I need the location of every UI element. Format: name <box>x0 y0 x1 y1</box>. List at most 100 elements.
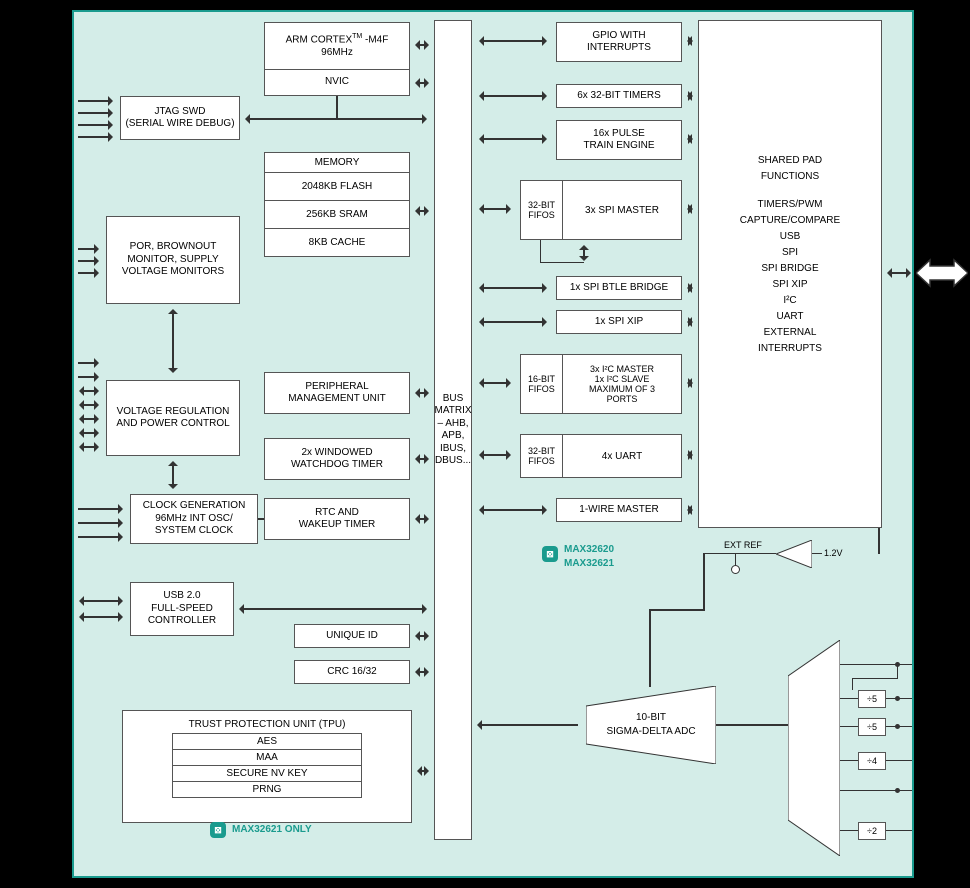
clock-gen-block: CLOCK GENERATION 96MHz INT OSC/ SYSTEM C… <box>130 494 258 544</box>
io-arrow-icon <box>916 252 968 294</box>
spi-master-combo: 32-BIT FIFOS 3x SPI MASTER <box>520 180 682 240</box>
wire <box>704 553 776 554</box>
spi-master-block: 3x SPI MASTER <box>562 180 682 240</box>
ext-arrow <box>78 376 98 378</box>
shared-item-4: SPI <box>711 245 869 261</box>
wire <box>840 760 858 761</box>
nvic-block: NVIC <box>264 70 410 96</box>
ext-arrow <box>80 418 98 420</box>
shared-item-0: TIMERS/PWM <box>711 197 869 213</box>
ext-arrow <box>80 600 122 602</box>
nvic-bus-arrow <box>416 82 428 84</box>
vref-label: 1.2V <box>824 548 843 558</box>
adc-text-2: SIGMA-DELTA ADC <box>606 726 695 737</box>
tpu-block: TRUST PROTECTION UNIT (TPU) AES MAA SECU… <box>122 710 412 823</box>
bus-arrow <box>480 95 546 97</box>
ext-arrow <box>80 432 98 434</box>
periph-arrow <box>688 208 692 210</box>
product-label-1: MAX32620 <box>564 544 614 555</box>
rtc-bus-arrow <box>416 518 428 520</box>
periph-arrow <box>688 95 692 97</box>
tpu-maa: MAA <box>172 749 362 766</box>
mon-vreg-arrow <box>172 310 174 372</box>
cpu-name: ARM CORTEX <box>286 34 353 45</box>
mem-bus-arrow <box>416 210 428 212</box>
wire <box>336 96 338 118</box>
vreg-clk-arrow <box>172 462 174 488</box>
adc-text-1: 10-BIT <box>636 712 666 723</box>
wire-node <box>895 696 900 701</box>
tpu-prng: PRNG <box>172 781 362 798</box>
wire <box>812 553 822 554</box>
wire <box>852 678 898 679</box>
tpu-aes: AES <box>172 733 362 750</box>
cache-row: 8KB CACHE <box>265 228 409 256</box>
shared-item-3: USB <box>711 229 869 245</box>
crc-bus-arrow <box>416 671 428 673</box>
watchdog-block: 2x WINDOWED WATCHDOG TIMER <box>264 438 410 480</box>
maxim-logo-icon-2: ⊠ <box>542 546 558 562</box>
adc-bus-arrow <box>478 724 578 726</box>
jtag-cpu-arrow <box>246 118 426 120</box>
flash-row: 2048KB FLASH <box>265 172 409 200</box>
sram-row: 256KB SRAM <box>265 200 409 228</box>
wire <box>840 664 912 665</box>
uart-block: 4x UART <box>562 434 682 478</box>
cpu-suffix: -M4F <box>365 34 388 45</box>
timers-block: 6x 32-BIT TIMERS <box>556 84 682 108</box>
divider-5a: ÷5 <box>858 690 886 708</box>
shared-io-arrow <box>888 272 910 274</box>
shared-item-10: EXTERNAL <box>711 325 869 341</box>
ext-arrow <box>78 508 122 510</box>
fifo-16-label: 16-BIT FIFOS <box>520 354 562 414</box>
wire <box>703 553 705 609</box>
spi-loop-arrow <box>583 246 585 260</box>
ext-arrow <box>80 616 122 618</box>
bus-arrow <box>480 454 510 456</box>
cpu-freq: 96MHz <box>321 47 353 60</box>
ext-arrow <box>78 136 112 138</box>
ext-arrow <box>78 100 112 102</box>
jtag-block: JTAG SWD (SERIAL WIRE DEBUG) <box>120 96 240 140</box>
product-label-2: MAX32621 <box>564 558 614 569</box>
shared-item-1: CAPTURE/COMPARE <box>711 213 869 229</box>
periph-arrow <box>688 138 692 140</box>
periph-arrow <box>688 287 692 289</box>
spi-btle-block: 1x SPI BTLE BRIDGE <box>556 276 682 300</box>
ext-arrow <box>78 272 98 274</box>
wire <box>716 724 788 726</box>
shared-item-7: I²C <box>711 293 869 309</box>
fifo-32-label: 32-BIT FIFOS <box>520 180 562 240</box>
wire <box>258 518 264 520</box>
ext-arrow <box>78 112 112 114</box>
rtc-block: RTC AND WAKEUP TIMER <box>264 498 410 540</box>
extref-label: EXT REF <box>724 540 762 550</box>
ext-arrow <box>80 390 98 392</box>
spi-xip-block: 1x SPI XIP <box>556 310 682 334</box>
wire-node <box>895 724 900 729</box>
pulse-train-block: 16x PULSE TRAIN ENGINE <box>556 120 682 160</box>
ext-arrow <box>78 522 122 524</box>
ext-arrow <box>80 446 98 448</box>
ext-arrow <box>80 404 98 406</box>
divider-4: ÷4 <box>858 752 886 770</box>
ext-arrow <box>78 260 98 262</box>
shared-item-6: SPI XIP <box>711 277 869 293</box>
cpu-bus-arrow <box>416 44 428 46</box>
divider-2: ÷2 <box>858 822 886 840</box>
wire <box>878 528 880 554</box>
periph-arrow <box>688 454 692 456</box>
usb-controller-block: USB 2.0 FULL-SPEED CONTROLLER <box>130 582 234 636</box>
ext-arrow <box>78 362 98 364</box>
bus-matrix-block: BUS MATRIX – AHB, APB, IBUS, DBUS... <box>434 20 472 840</box>
shared-item-11: INTERRUPTS <box>711 341 869 357</box>
trademark: TM <box>352 33 362 40</box>
shared-title: SHARED PAD FUNCTIONS <box>711 153 869 185</box>
periph-arrow <box>688 321 692 323</box>
buffer-icon <box>776 540 812 568</box>
mux-icon <box>788 640 840 856</box>
bus-arrow <box>480 138 546 140</box>
wire-node <box>895 788 900 793</box>
ext-arrow <box>78 248 98 250</box>
shared-item-5: SPI BRIDGE <box>711 261 869 277</box>
